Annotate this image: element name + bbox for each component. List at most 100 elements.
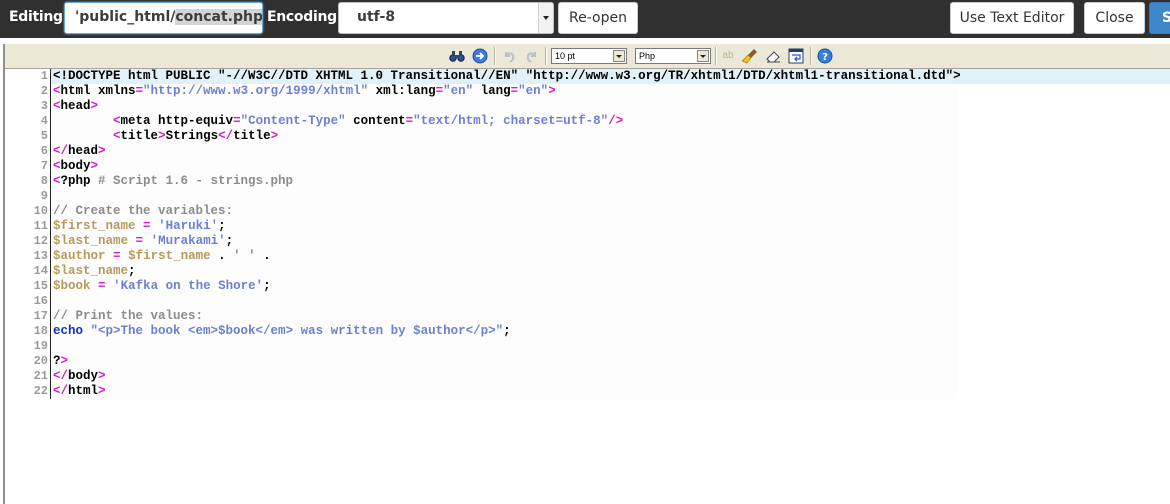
help-icon[interactable]: ?	[816, 47, 834, 65]
code-line[interactable]: 10 // Create the variables:	[5, 204, 1170, 219]
code-line-text[interactable]: // Print the values:	[50, 309, 958, 324]
code-line[interactable]: 2 <html xmlns="http://www.w3.org/1999/xht…	[5, 84, 1170, 99]
editing-path-prefix: 'public_html/	[75, 9, 176, 25]
code-line[interactable]: 9	[5, 189, 1170, 204]
search-icon[interactable]	[448, 47, 466, 65]
code-line-text[interactable]: </head>	[50, 144, 958, 159]
code-line[interactable]: 11 $first_name = 'Haruki';	[5, 219, 1170, 234]
toolbar-separator	[715, 47, 717, 65]
font-size-select[interactable]: 10 pt	[551, 48, 627, 64]
code-line[interactable]: 18 echo "<p>The book <em>$book</em> was w…	[5, 324, 1170, 339]
code-line-text[interactable]: <title>Strings</title>	[50, 129, 958, 144]
code-token: .	[210, 249, 234, 263]
code-token: "en"	[443, 84, 474, 98]
code-token: "text/html; charset=utf-8"	[413, 114, 609, 128]
code-token: echo	[53, 324, 84, 338]
line-number: 20	[33, 354, 48, 368]
code-line[interactable]: 14 $last_name;	[5, 264, 1170, 279]
chevron-down-icon[interactable]	[538, 3, 553, 33]
code-line[interactable]: 12 $last_name = 'Murakami';	[5, 234, 1170, 249]
code-line-text[interactable]: <meta http-equiv="Content-Type" content=…	[50, 114, 958, 129]
code-line[interactable]: 17 // Print the values:	[5, 309, 1170, 324]
undo-icon[interactable]	[500, 47, 518, 65]
code-token: xml:lang	[368, 84, 436, 98]
line-number: 16	[33, 294, 48, 308]
code-line[interactable]: 20 ?>	[5, 354, 1170, 369]
code-line-text[interactable]: $author = $first_name . ' ' .	[50, 249, 958, 264]
code-token: ;	[263, 279, 271, 293]
redo-icon[interactable]	[523, 47, 541, 65]
code-line-text[interactable]: $last_name;	[50, 264, 958, 279]
code-token: # Script 1.6 - strings.php	[98, 174, 294, 188]
code-token: body	[60, 159, 91, 173]
close-button[interactable]: Close	[1084, 2, 1145, 34]
code-token: <	[53, 99, 61, 113]
code-token: >	[270, 129, 279, 143]
encoding-select[interactable]: utf-8	[338, 2, 554, 34]
code-line-text[interactable]: $last_name = 'Murakami';	[50, 234, 958, 249]
code-line[interactable]: 8 <?php # Script 1.6 - strings.php	[5, 174, 1170, 189]
code-line-text[interactable]: // Create the variables:	[50, 204, 958, 219]
svg-text:?: ?	[822, 52, 828, 63]
code-line[interactable]: 22 </html>	[5, 384, 1170, 399]
code-line[interactable]: 7 <body>	[5, 159, 1170, 174]
code-line-text[interactable]: $first_name = 'Haruki';	[50, 219, 958, 234]
code-token: $author	[53, 249, 106, 263]
code-line[interactable]: 19	[5, 339, 1170, 354]
code-line-text[interactable]	[50, 294, 958, 309]
reset-highlight-icon[interactable]	[764, 47, 782, 65]
code-token: =	[143, 219, 151, 233]
code-line-text[interactable]	[50, 339, 958, 354]
code-token: >	[60, 354, 69, 368]
save-button[interactable]: S	[1149, 2, 1170, 34]
syntax-select[interactable]: Php	[635, 48, 711, 64]
chevron-down-icon[interactable]	[613, 50, 625, 62]
code-line-text[interactable]: <!DOCTYPE html PUBLIC "-//W3C//DTD XHTML…	[50, 69, 1170, 84]
code-line-text[interactable]: $book = 'Kafka on the Shore';	[50, 279, 958, 294]
code-line-text[interactable]: echo "<p>The book <em>$book</em> was wri…	[50, 324, 958, 339]
code-line-text[interactable]: <head>	[50, 99, 958, 114]
highlight-toggle-icon[interactable]	[741, 47, 759, 65]
code-token: =	[435, 84, 444, 98]
code-area[interactable]: 1 <!DOCTYPE html PUBLIC "-//W3C//DTD XHTM…	[5, 69, 1170, 399]
reopen-button[interactable]: Re-open	[558, 2, 638, 34]
code-line-text[interactable]: <html xmlns="http://www.w3.org/1999/xhtm…	[50, 84, 958, 99]
code-token: </	[53, 144, 69, 158]
code-token: body	[68, 369, 99, 383]
code-token: 'Haruki'	[158, 219, 219, 233]
code-line-text[interactable]: ?>	[50, 354, 958, 369]
code-line[interactable]: 3 <head>	[5, 99, 1170, 114]
chevron-down-icon[interactable]	[697, 50, 709, 62]
code-token: $last_name	[53, 264, 129, 278]
editing-path-field[interactable]: 'public_html/concat.php	[64, 2, 263, 34]
word-wrap-icon[interactable]	[787, 47, 805, 65]
line-number: 5	[40, 129, 48, 143]
code-line-text[interactable]: </html>	[50, 384, 958, 399]
code-line[interactable]: 5 <title>Strings</title>	[5, 129, 1170, 144]
toolbar-separator	[494, 47, 496, 65]
spell-check-icon[interactable]: ab	[719, 47, 737, 65]
line-number: 7	[40, 159, 48, 173]
code-line[interactable]: 4 <meta http-equiv="Content-Type" conten…	[5, 114, 1170, 129]
code-line-text[interactable]: </body>	[50, 369, 958, 384]
code-token: 'Murakami'	[150, 234, 226, 248]
line-number: 9	[40, 189, 48, 203]
code-line-text[interactable]: <body>	[50, 159, 958, 174]
code-line[interactable]: 6 </head>	[5, 144, 1170, 159]
code-token: =	[233, 114, 241, 128]
code-line[interactable]: 13 $author = $first_name . ' ' .	[5, 249, 1170, 264]
code-token: <	[113, 129, 121, 143]
code-line-text[interactable]	[50, 189, 958, 204]
code-token: 'Kafka on the Shore'	[113, 279, 264, 293]
code-line[interactable]: 21 </body>	[5, 369, 1170, 384]
code-token: "http://www.w3.org/1999/xhtml"	[143, 84, 369, 98]
code-token: <	[53, 159, 61, 173]
code-line[interactable]: 16	[5, 294, 1170, 309]
go-to-line-icon[interactable]	[471, 47, 489, 65]
code-line[interactable]: 1 <!DOCTYPE html PUBLIC "-//W3C//DTD XHTM…	[5, 69, 1170, 84]
code-line[interactable]: 15 $book = 'Kafka on the Shore';	[5, 279, 1170, 294]
code-token: >	[98, 144, 106, 158]
use-text-editor-button[interactable]: Use Text Editor	[950, 2, 1074, 34]
code-line-text[interactable]: <?php # Script 1.6 - strings.php	[50, 174, 958, 189]
